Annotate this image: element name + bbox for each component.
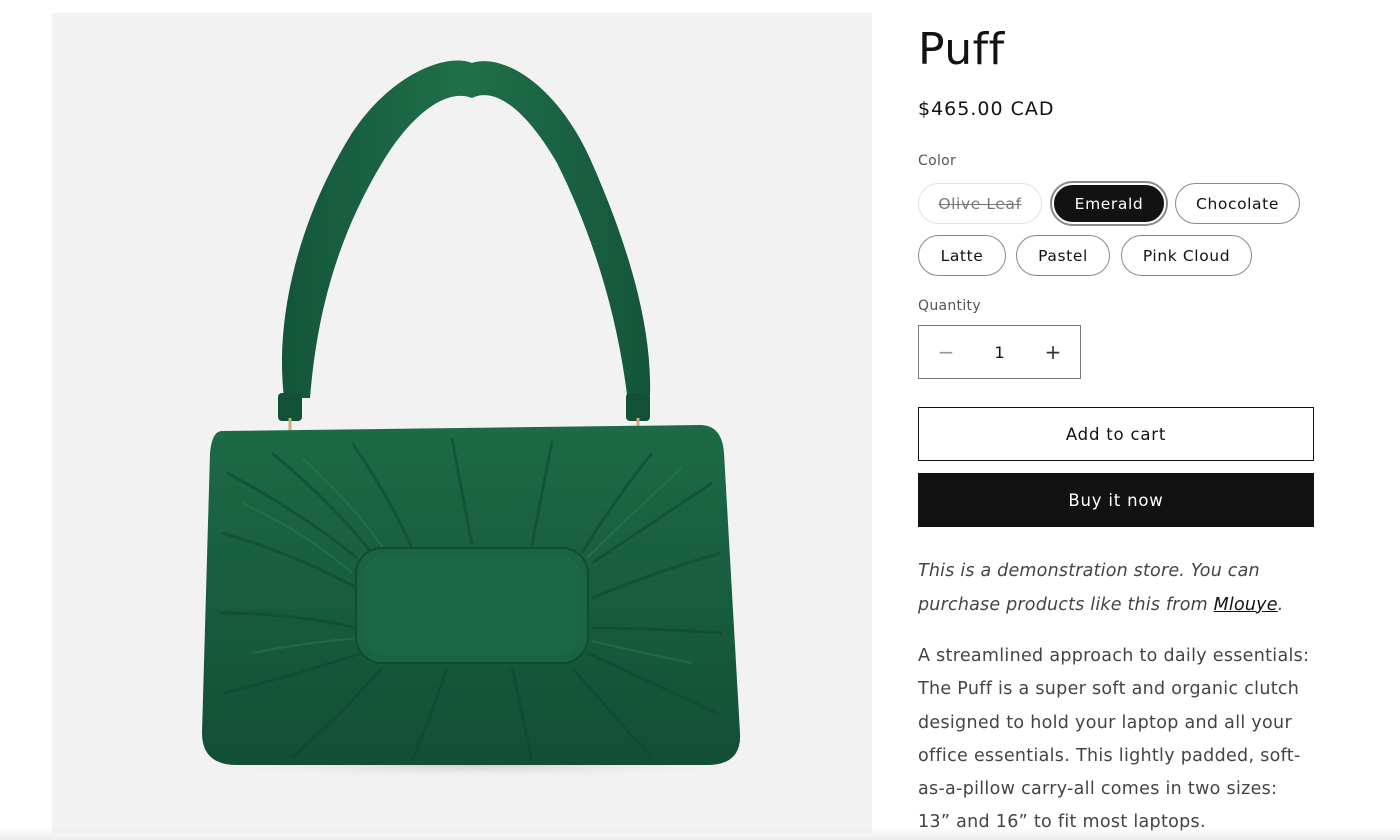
- bottom-fade: [0, 828, 1400, 840]
- color-label: Color: [918, 153, 957, 169]
- quantity-stepper: − +: [918, 325, 1081, 379]
- quantity-label: Quantity: [918, 298, 981, 314]
- demo-store-notice: This is a demonstration store. You can p…: [918, 555, 1318, 622]
- color-option-olive-leaf[interactable]: Olive Leaf: [918, 183, 1042, 224]
- add-to-cart-button[interactable]: Add to cart: [918, 407, 1314, 461]
- color-option-latte[interactable]: Latte: [918, 235, 1006, 276]
- product-price: $465.00 CAD: [918, 98, 1055, 120]
- buy-now-button[interactable]: Buy it now: [918, 473, 1314, 527]
- demo-notice-text: This is a demonstration store. You can p…: [918, 561, 1260, 615]
- product-description: A streamlined approach to daily essentia…: [918, 646, 1310, 833]
- product-image[interactable]: [52, 13, 872, 833]
- color-option-pink-cloud[interactable]: Pink Cloud: [1121, 235, 1252, 276]
- color-option-emerald[interactable]: Emerald: [1052, 183, 1166, 224]
- quantity-input[interactable]: [973, 326, 1026, 378]
- plus-icon[interactable]: +: [1026, 326, 1080, 378]
- color-option-chocolate[interactable]: Chocolate: [1175, 183, 1300, 224]
- minus-icon[interactable]: −: [919, 326, 973, 378]
- color-option-pastel[interactable]: Pastel: [1016, 235, 1110, 276]
- green-leather-bag-image: [172, 60, 772, 779]
- product-title: Puff: [918, 24, 1005, 75]
- demo-notice-end: .: [1277, 594, 1284, 615]
- mlouye-link[interactable]: Mlouye: [1214, 595, 1278, 615]
